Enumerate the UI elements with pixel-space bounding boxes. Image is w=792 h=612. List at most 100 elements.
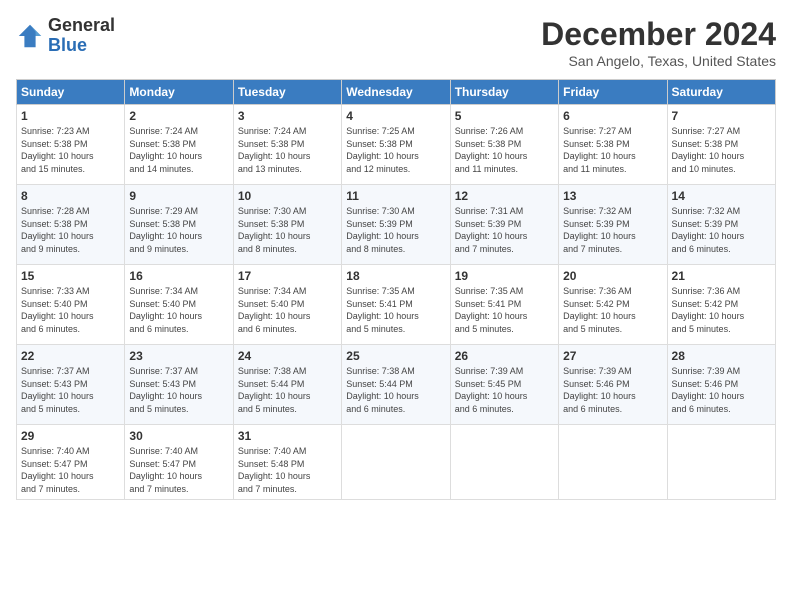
day-info: Sunrise: 7:38 AMSunset: 5:44 PMDaylight:… [238,365,337,415]
calendar-cell: 7Sunrise: 7:27 AMSunset: 5:38 PMDaylight… [667,105,775,185]
day-info: Sunrise: 7:35 AMSunset: 5:41 PMDaylight:… [346,285,445,335]
day-number: 15 [21,269,120,283]
calendar-cell [450,425,558,500]
calendar-cell: 29 Sunrise: 7:40 AMSunset: 5:47 PMDayligh… [17,425,125,500]
logo: General Blue [16,16,115,56]
day-info: Sunrise: 7:30 AMSunset: 5:38 PMDaylight:… [238,205,337,255]
day-number: 31 [238,429,337,443]
calendar-cell: 20 Sunrise: 7:36 AMSunset: 5:42 PMDayligh… [559,265,667,345]
calendar-cell: 5 Sunrise: 7:26 AMSunset: 5:38 PMDaylight… [450,105,558,185]
week-row-4: 22 Sunrise: 7:37 AMSunset: 5:43 PMDayligh… [17,345,776,425]
calendar-cell: 23 Sunrise: 7:37 AMSunset: 5:43 PMDayligh… [125,345,233,425]
calendar-cell: 16Sunrise: 7:34 AMSunset: 5:40 PMDayligh… [125,265,233,345]
location-title: San Angelo, Texas, United States [541,53,776,69]
day-number: 29 [21,429,120,443]
day-info: Sunrise: 7:39 AMSunset: 5:46 PMDaylight:… [672,365,771,415]
day-info: Sunrise: 7:38 AMSunset: 5:44 PMDaylight:… [346,365,445,415]
day-number: 10 [238,189,337,203]
day-info: Sunrise: 7:39 AMSunset: 5:45 PMDaylight:… [455,365,554,415]
weekday-header-tuesday: Tuesday [233,80,341,105]
calendar-cell [342,425,450,500]
calendar-cell: 8Sunrise: 7:28 AMSunset: 5:38 PMDaylight… [17,185,125,265]
day-info: Sunrise: 7:33 AMSunset: 5:40 PMDaylight:… [21,285,120,335]
day-info: Sunrise: 7:39 AMSunset: 5:46 PMDaylight:… [563,365,662,415]
weekday-header-thursday: Thursday [450,80,558,105]
day-info: Sunrise: 7:40 AMSunset: 5:47 PMDaylight:… [21,445,120,495]
day-info: Sunrise: 7:24 AMSunset: 5:38 PMDaylight:… [129,125,228,175]
calendar-cell: 13 Sunrise: 7:32 AMSunset: 5:39 PMDayligh… [559,185,667,265]
day-number: 17 [238,269,337,283]
day-info: Sunrise: 7:25 AMSunset: 5:38 PMDaylight:… [346,125,445,175]
day-info: Sunrise: 7:29 AMSunset: 5:38 PMDaylight:… [129,205,228,255]
calendar-cell: 31 Sunrise: 7:40 AMSunset: 5:48 PMDayligh… [233,425,341,500]
calendar-cell: 12Sunrise: 7:31 AMSunset: 5:39 PMDayligh… [450,185,558,265]
day-number: 28 [672,349,771,363]
calendar-cell [667,425,775,500]
day-number: 4 [346,109,445,123]
logo-text: General Blue [48,16,115,56]
calendar-table: SundayMondayTuesdayWednesdayThursdayFrid… [16,79,776,500]
week-row-2: 8Sunrise: 7:28 AMSunset: 5:38 PMDaylight… [17,185,776,265]
day-number: 6 [563,109,662,123]
day-number: 11 [346,189,445,203]
calendar-cell: 30 Sunrise: 7:40 AMSunset: 5:47 PMDayligh… [125,425,233,500]
calendar-cell: 22Sunrise: 7:37 AMSunset: 5:43 PMDayligh… [17,345,125,425]
calendar-cell: 28 Sunrise: 7:39 AMSunset: 5:46 PMDayligh… [667,345,775,425]
calendar-cell: 3 Sunrise: 7:24 AMSunset: 5:38 PMDaylight… [233,105,341,185]
day-info: Sunrise: 7:26 AMSunset: 5:38 PMDaylight:… [455,125,554,175]
day-info: Sunrise: 7:36 AMSunset: 5:42 PMDaylight:… [672,285,771,335]
weekday-header-row: SundayMondayTuesdayWednesdayThursdayFrid… [17,80,776,105]
day-number: 24 [238,349,337,363]
calendar-cell: 4 Sunrise: 7:25 AMSunset: 5:38 PMDaylight… [342,105,450,185]
day-info: Sunrise: 7:35 AMSunset: 5:41 PMDaylight:… [455,285,554,335]
calendar-cell: 17 Sunrise: 7:34 AMSunset: 5:40 PMDayligh… [233,265,341,345]
calendar-cell: 10 Sunrise: 7:30 AMSunset: 5:38 PMDayligh… [233,185,341,265]
day-info: Sunrise: 7:34 AMSunset: 5:40 PMDaylight:… [238,285,337,335]
day-number: 21 [672,269,771,283]
day-info: Sunrise: 7:32 AMSunset: 5:39 PMDaylight:… [672,205,771,255]
day-number: 5 [455,109,554,123]
calendar-cell: 18 Sunrise: 7:35 AMSunset: 5:41 PMDayligh… [342,265,450,345]
calendar-cell: 27 Sunrise: 7:39 AMSunset: 5:46 PMDayligh… [559,345,667,425]
day-info: Sunrise: 7:27 AMSunset: 5:38 PMDaylight:… [672,125,771,175]
day-number: 3 [238,109,337,123]
day-info: Sunrise: 7:30 AMSunset: 5:39 PMDaylight:… [346,205,445,255]
day-number: 27 [563,349,662,363]
day-info: Sunrise: 7:31 AMSunset: 5:39 PMDaylight:… [455,205,554,255]
day-number: 25 [346,349,445,363]
day-number: 18 [346,269,445,283]
title-area: December 2024 San Angelo, Texas, United … [541,16,776,69]
day-number: 2 [129,109,228,123]
weekday-header-monday: Monday [125,80,233,105]
day-number: 8 [21,189,120,203]
weekday-header-friday: Friday [559,80,667,105]
calendar-cell: 15 Sunrise: 7:33 AMSunset: 5:40 PMDayligh… [17,265,125,345]
calendar-cell: 11 Sunrise: 7:30 AMSunset: 5:39 PMDayligh… [342,185,450,265]
calendar-cell: 19Sunrise: 7:35 AMSunset: 5:41 PMDayligh… [450,265,558,345]
day-number: 23 [129,349,228,363]
day-number: 9 [129,189,228,203]
day-info: Sunrise: 7:40 AMSunset: 5:48 PMDaylight:… [238,445,337,495]
week-row-3: 15 Sunrise: 7:33 AMSunset: 5:40 PMDayligh… [17,265,776,345]
month-title: December 2024 [541,16,776,53]
calendar-cell: 21 Sunrise: 7:36 AMSunset: 5:42 PMDayligh… [667,265,775,345]
calendar-cell: 14Sunrise: 7:32 AMSunset: 5:39 PMDayligh… [667,185,775,265]
calendar-cell [559,425,667,500]
day-info: Sunrise: 7:36 AMSunset: 5:42 PMDaylight:… [563,285,662,335]
day-info: Sunrise: 7:40 AMSunset: 5:47 PMDaylight:… [129,445,228,495]
day-number: 22 [21,349,120,363]
day-info: Sunrise: 7:32 AMSunset: 5:39 PMDaylight:… [563,205,662,255]
day-number: 20 [563,269,662,283]
day-info: Sunrise: 7:23 AMSunset: 5:38 PMDaylight:… [21,125,120,175]
header: General Blue December 2024 San Angelo, T… [16,16,776,69]
day-info: Sunrise: 7:24 AMSunset: 5:38 PMDaylight:… [238,125,337,175]
calendar-cell: 24 Sunrise: 7:38 AMSunset: 5:44 PMDayligh… [233,345,341,425]
day-info: Sunrise: 7:27 AMSunset: 5:38 PMDaylight:… [563,125,662,175]
day-info: Sunrise: 7:34 AMSunset: 5:40 PMDaylight:… [129,285,228,335]
calendar-cell: 1Sunrise: 7:23 AMSunset: 5:38 PMDaylight… [17,105,125,185]
logo-general: General [48,15,115,35]
day-number: 13 [563,189,662,203]
day-number: 30 [129,429,228,443]
day-info: Sunrise: 7:37 AMSunset: 5:43 PMDaylight:… [129,365,228,415]
logo-icon [16,22,44,50]
